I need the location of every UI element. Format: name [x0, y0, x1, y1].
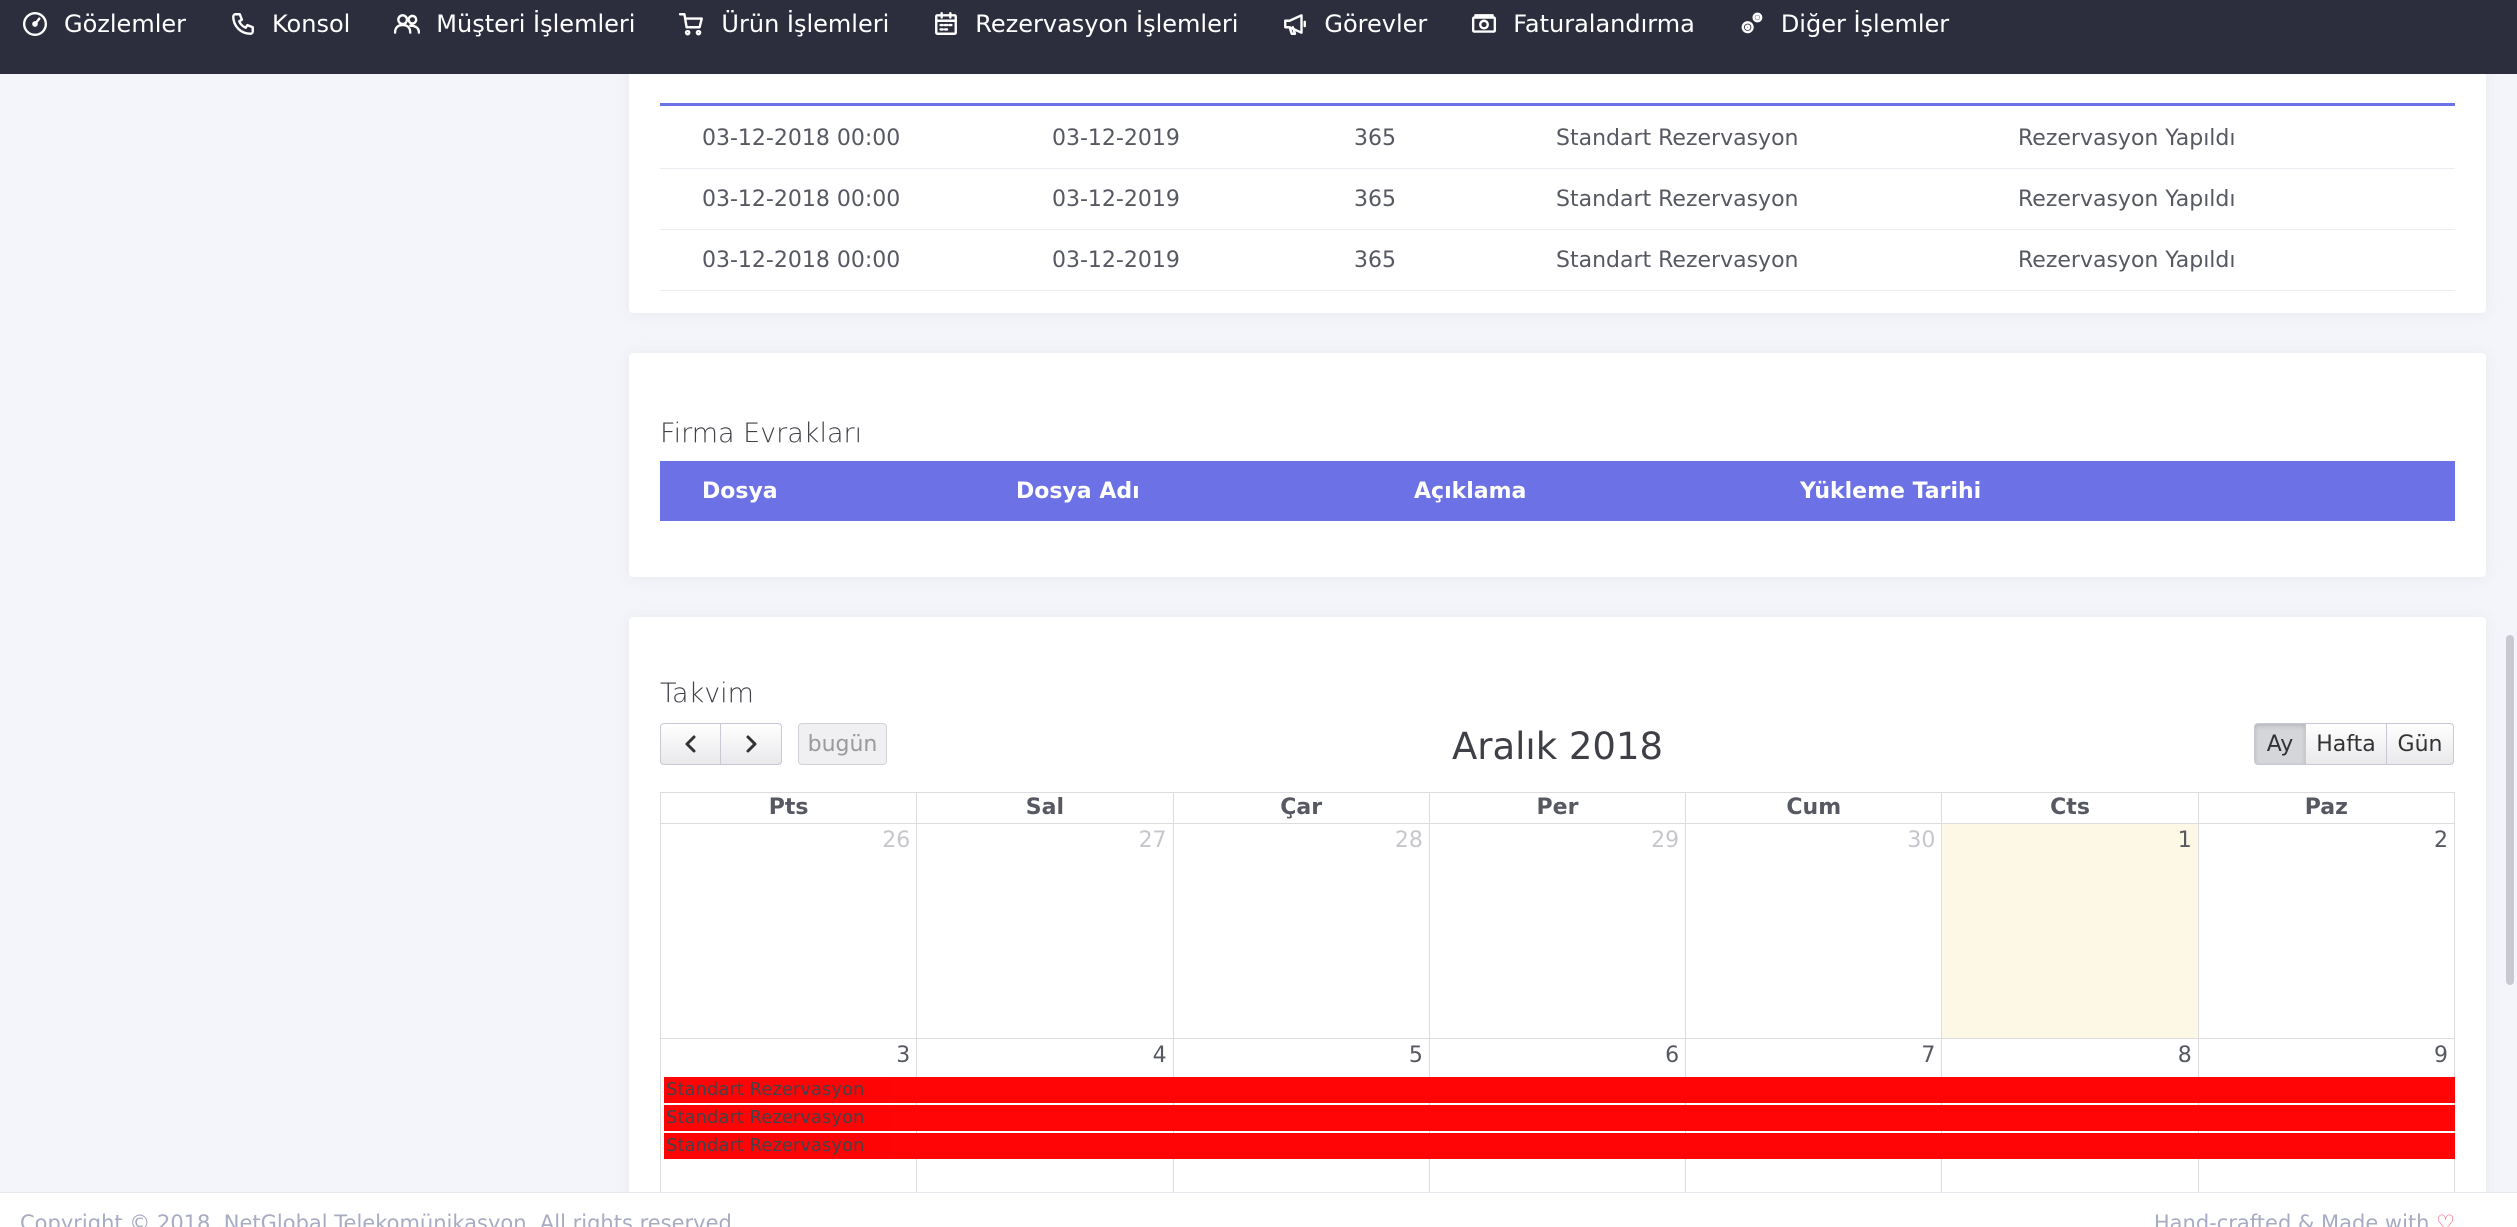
cell-start-date: 03-12-2018 00:00: [702, 186, 901, 212]
calendar-week: 26 27 28 29 30 1 2: [661, 824, 2454, 1039]
weekday-label: Pts: [768, 795, 809, 820]
view-month-button[interactable]: Ay: [2254, 723, 2306, 765]
calendar-day[interactable]: 27: [916, 824, 1172, 1038]
nav-item-label: Müşteri İşlemleri: [436, 10, 636, 38]
page-scrollbar-thumb[interactable]: [2506, 635, 2514, 985]
weekday-header: Pts Sal Çar Per Cum Cts Paz: [661, 793, 2454, 824]
cell-days: 365: [1354, 125, 1396, 151]
nav-item-urun-islemleri[interactable]: Ürün İşlemleri: [679, 0, 889, 48]
day-number: 4: [1152, 1043, 1167, 1068]
cell-status: Rezervasyon Yapıldı: [2018, 186, 2236, 212]
calendar-day[interactable]: 29: [1428, 824, 1685, 1038]
column-header-upload-date[interactable]: Yükleme Tarihi: [1800, 479, 1981, 504]
calendar-grid: Pts Sal Çar Per Cum Cts Paz 26 27 28 29 …: [660, 792, 2455, 1227]
day-number: 9: [2433, 1043, 2448, 1068]
weekday-label: Çar: [1172, 793, 1429, 823]
cell-start-date: 03-12-2018 00:00: [702, 247, 901, 273]
day-number: 2: [2433, 828, 2448, 853]
weekday-label: Cum: [1685, 793, 1941, 823]
cell-end-date: 03-12-2019: [1052, 247, 1180, 273]
day-number: 8: [2177, 1043, 2192, 1068]
table-row[interactable]: 03-12-2018 00:00 03-12-2019 365 Standart…: [660, 108, 2455, 169]
view-week-button[interactable]: Hafta: [2306, 723, 2387, 765]
column-header-description[interactable]: Açıklama: [1414, 479, 1526, 504]
day-number: 29: [1651, 828, 1680, 853]
day-number: 5: [1408, 1043, 1423, 1068]
day-number: 28: [1394, 828, 1423, 853]
nav-item-diger-islemler[interactable]: Diğer İşlemler: [1739, 0, 1949, 48]
calendar-month-heading: Aralık 2018: [1451, 725, 1664, 768]
column-header-file[interactable]: Dosya: [702, 479, 778, 504]
cell-days: 365: [1354, 247, 1396, 273]
nav-item-label: Rezervasyon İşlemleri: [975, 10, 1239, 38]
table-row[interactable]: 03-12-2018 00:00 03-12-2019 365 Standart…: [660, 169, 2455, 230]
calendar-day-today[interactable]: 1: [1941, 824, 2198, 1038]
copyright-text: Copyright © 2018, NetGlobal Telekomünika…: [20, 1211, 739, 1227]
weekday-label: Cts: [1941, 793, 2197, 823]
day-number: 27: [1138, 828, 1167, 853]
day-number: 3: [896, 1043, 911, 1068]
cart-icon: [679, 13, 704, 36]
nav-item-musteri-islemleri[interactable]: Müşteri İşlemleri: [394, 0, 635, 48]
top-navigation: Gözlemler Konsol Müşteri İşlemleri Ürün …: [0, 0, 2517, 74]
cell-status: Rezervasyon Yapıldı: [2018, 247, 2236, 273]
day-number: 6: [1665, 1043, 1680, 1068]
nav-item-gorevler[interactable]: Görevler: [1282, 0, 1427, 48]
nav-item-faturalandirma[interactable]: Faturalandırma: [1471, 0, 1695, 48]
nav-item-label: Diğer İşlemler: [1780, 10, 1950, 38]
table-header-edge: [660, 72, 2455, 106]
view-day-button[interactable]: Gün: [2387, 723, 2454, 765]
nav-item-label: Gözlemler: [64, 10, 186, 38]
gauge-icon: [22, 11, 48, 37]
portlet-title: Firma Evrakları: [660, 418, 863, 449]
portlet-title: Takvim: [660, 678, 754, 709]
made-with-text: Hand-crafted & Made with: [2153, 1211, 2430, 1227]
nav-item-label: Konsol: [272, 10, 351, 38]
day-number: 30: [1907, 828, 1936, 853]
calendar-day[interactable]: 2: [2197, 824, 2454, 1038]
phone-icon: [232, 13, 254, 35]
calendar-day[interactable]: 26: [661, 824, 916, 1038]
day-number: 26: [882, 828, 911, 853]
documents-table-header: Dosya Dosya Adı Açıklama Yükleme Tarihi: [660, 461, 2455, 521]
megaphone-icon: [1284, 14, 1307, 35]
day-number: 1: [2177, 828, 2192, 853]
nav-item-label: Görevler: [1324, 10, 1428, 38]
calendar-event[interactable]: Standart Rezervasyon: [664, 1077, 2455, 1103]
cell-end-date: 03-12-2019: [1052, 125, 1180, 151]
calendar-icon: [935, 11, 958, 35]
cell-status: Rezervasyon Yapıldı: [2018, 125, 2236, 151]
calendar-day[interactable]: 28: [1172, 824, 1429, 1038]
nav-item-gozlemler[interactable]: Gözlemler: [22, 0, 186, 48]
nav-item-label: Ürün İşlemleri: [721, 10, 890, 38]
weekday-label: Paz: [2197, 793, 2454, 823]
users-icon: [394, 14, 421, 34]
cell-type: Standart Rezervasyon: [1556, 186, 1799, 212]
cell-type: Standart Rezervasyon: [1556, 247, 1799, 273]
gears-icon: [1741, 12, 1763, 34]
weekday-label: Per: [1428, 793, 1685, 823]
calendar-portlet: Takvim bugün Aralık 2018 Ay Hafta Gün Pt…: [629, 617, 2486, 1227]
heart-icon: ♡: [2436, 1211, 2455, 1227]
footer-credit: Hand-crafted & Made with ♡: [2154, 1211, 2455, 1227]
cell-end-date: 03-12-2019: [1052, 186, 1180, 212]
column-header-file-name[interactable]: Dosya Adı: [1016, 479, 1140, 504]
cell-days: 365: [1354, 186, 1396, 212]
page-footer: Copyright © 2018, NetGlobal Telekomünika…: [0, 1192, 2517, 1227]
calendar-event[interactable]: Standart Rezervasyon: [664, 1133, 2455, 1159]
weekday-label: Sal: [916, 793, 1172, 823]
calendar-day[interactable]: 30: [1685, 824, 1941, 1038]
table-row[interactable]: 03-12-2018 00:00 03-12-2019 365 Standart…: [660, 230, 2455, 291]
documents-portlet: Firma Evrakları Dosya Dosya Adı Açıklama…: [629, 353, 2486, 577]
nav-item-label: Faturalandırma: [1513, 10, 1695, 38]
nav-item-konsol[interactable]: Konsol: [230, 0, 350, 48]
calendar-event[interactable]: Standart Rezervasyon: [664, 1105, 2455, 1131]
view-switcher: Ay Hafta Gün: [2254, 723, 2454, 765]
reservations-table: 03-12-2018 00:00 03-12-2019 365 Standart…: [660, 108, 2455, 291]
cell-start-date: 03-12-2018 00:00: [702, 125, 901, 151]
money-icon: [1472, 14, 1497, 33]
nav-item-rezervasyon-islemleri[interactable]: Rezervasyon İşlemleri: [933, 0, 1238, 48]
cell-type: Standart Rezervasyon: [1556, 125, 1799, 151]
day-number: 7: [1921, 1043, 1936, 1068]
